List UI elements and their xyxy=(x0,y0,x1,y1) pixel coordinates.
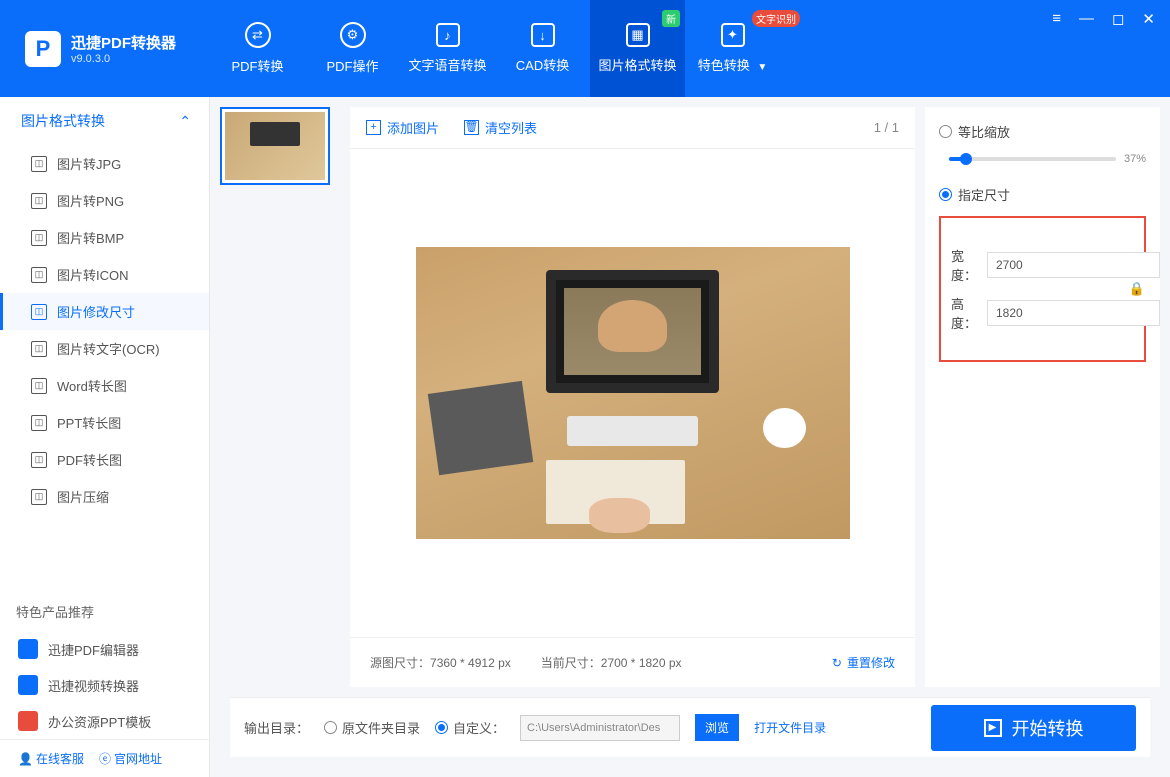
open-dir-button[interactable]: 打开文件目录 xyxy=(754,719,826,736)
tab-icon: ⚙ xyxy=(340,22,366,48)
start-convert-button[interactable]: ▶ 开始转换 xyxy=(931,705,1136,751)
file-icon: ◫ xyxy=(31,230,47,246)
sidebar-item-1[interactable]: ◫图片转PNG xyxy=(0,182,209,219)
file-icon: ◫ xyxy=(31,193,47,209)
tab-icon: ✦ xyxy=(721,23,745,47)
app-logo-icon: P xyxy=(25,31,61,67)
menu-icon[interactable]: ≡ xyxy=(1052,10,1061,28)
source-size-label: 源图尺寸：7360 * 4912 px xyxy=(370,654,511,671)
height-label: 高度： xyxy=(951,294,977,332)
online-service-link[interactable]: 👤 在线客服 xyxy=(18,750,84,767)
play-icon: ▶ xyxy=(984,719,1002,737)
sidebar-item-5[interactable]: ◫图片转文字(OCR) xyxy=(0,330,209,367)
radio-selected-icon xyxy=(435,721,448,734)
sidebar-item-6[interactable]: ◫Word转长图 xyxy=(0,367,209,404)
scale-mode-option[interactable]: 等比缩放 xyxy=(939,122,1146,141)
fixed-size-option[interactable]: 指定尺寸 xyxy=(939,185,1146,204)
header-tab-2[interactable]: ♪文字语音转换 xyxy=(400,0,495,97)
app-version: v9.0.3.0 xyxy=(71,53,176,65)
app-header: P 迅捷PDF转换器 v9.0.3.0 ⇄PDF转换⚙PDF操作♪文字语音转换↓… xyxy=(0,0,1170,97)
scale-percent: 37% xyxy=(1124,153,1146,165)
add-image-button[interactable]: + 添加图片 xyxy=(366,118,439,137)
radio-selected-icon xyxy=(939,188,952,201)
tab-icon: ⇄ xyxy=(245,22,271,48)
header-tab-3[interactable]: ↓CAD转换 xyxy=(495,0,590,97)
file-icon: ◫ xyxy=(31,378,47,394)
lock-icon[interactable]: 🔒 xyxy=(1128,278,1146,300)
header-tab-4[interactable]: ▦图片格式转换新 xyxy=(590,0,685,97)
footer-links: 👤 在线客服 ⓔ 官网地址 xyxy=(0,739,209,777)
minimize-icon[interactable]: — xyxy=(1079,10,1094,28)
file-icon: ◫ xyxy=(31,304,47,320)
tab-icon: ♪ xyxy=(436,23,460,47)
output-original-option[interactable]: 原文件夹目录 xyxy=(324,718,420,737)
maximize-icon[interactable]: ◻ xyxy=(1112,10,1124,28)
reset-button[interactable]: ↻ 重置修改 xyxy=(832,654,895,671)
file-icon: ◫ xyxy=(31,267,47,283)
tab-icon: ▦ xyxy=(626,23,650,47)
sidebar-item-8[interactable]: ◫PDF转长图 xyxy=(0,441,209,478)
file-icon: ◫ xyxy=(31,415,47,431)
official-site-link[interactable]: ⓔ 官网地址 xyxy=(99,750,162,767)
radio-unselected-icon xyxy=(939,125,952,138)
preview-image xyxy=(416,247,850,539)
scale-slider[interactable] xyxy=(949,157,1116,161)
promo-icon xyxy=(18,675,38,695)
preview-panel: + 添加图片 🗑 清空列表 1 / 1 xyxy=(350,107,915,687)
header-tab-1[interactable]: ⚙PDF操作 xyxy=(305,0,400,97)
browse-button[interactable]: 浏览 xyxy=(695,714,739,741)
file-icon: ◫ xyxy=(31,452,47,468)
output-custom-option[interactable]: 自定义： xyxy=(435,718,505,737)
sidebar: 图片格式转换 ⌃ ◫图片转JPG◫图片转PNG◫图片转BMP◫图片转ICON◫图… xyxy=(0,97,210,777)
thumbnail-column xyxy=(220,107,340,687)
header-tab-0[interactable]: ⇄PDF转换 xyxy=(210,0,305,97)
file-icon: ◫ xyxy=(31,156,47,172)
thumbnail-selected[interactable] xyxy=(220,107,330,185)
sidebar-item-0[interactable]: ◫图片转JPG xyxy=(0,145,209,182)
output-label: 输出目录： xyxy=(244,718,309,737)
window-controls: ≡ — ◻ ✕ xyxy=(1052,10,1155,28)
radio-unselected-icon xyxy=(324,721,337,734)
width-label: 宽度： xyxy=(951,246,977,284)
logo-block: P 迅捷PDF转换器 v9.0.3.0 xyxy=(0,31,210,67)
output-bar: 输出目录： 原文件夹目录 自定义： 浏览 打开文件目录 ▶ 开始转换 xyxy=(230,697,1150,757)
close-icon[interactable]: ✕ xyxy=(1142,10,1155,28)
file-icon: ◫ xyxy=(31,489,47,505)
refresh-icon: ↻ xyxy=(832,656,842,670)
sidebar-item-7[interactable]: ◫PPT转长图 xyxy=(0,404,209,441)
promo-title: 特色产品推荐 xyxy=(0,592,209,631)
sidebar-item-3[interactable]: ◫图片转ICON xyxy=(0,256,209,293)
sidebar-item-4[interactable]: ◫图片修改尺寸 xyxy=(0,293,209,330)
output-path-input[interactable] xyxy=(520,715,680,741)
width-input[interactable] xyxy=(987,252,1160,278)
tab-icon: ↓ xyxy=(531,23,555,47)
settings-panel: 等比缩放 37% 指定尺寸 xyxy=(925,107,1160,687)
promo-item-0[interactable]: 迅捷PDF编辑器 xyxy=(0,631,209,667)
sidebar-group-image[interactable]: 图片格式转换 ⌃ xyxy=(0,97,209,145)
dimension-box: 宽度： 高度： 🔒 xyxy=(939,216,1146,362)
badge-ocr: 文字识别 xyxy=(752,10,800,27)
promo-icon xyxy=(18,711,38,731)
promo-icon xyxy=(18,639,38,659)
promo-item-2[interactable]: 办公资源PPT模板 xyxy=(0,703,209,739)
trash-icon: 🗑 xyxy=(464,120,479,135)
height-input[interactable] xyxy=(987,300,1160,326)
page-indicator: 1 / 1 xyxy=(874,120,899,135)
sidebar-item-2[interactable]: ◫图片转BMP xyxy=(0,219,209,256)
clear-list-button[interactable]: 🗑 清空列表 xyxy=(464,118,537,137)
badge-new: 新 xyxy=(662,10,680,27)
chevron-up-icon: ⌃ xyxy=(179,113,191,130)
app-name: 迅捷PDF转换器 xyxy=(71,32,176,53)
plus-icon: + xyxy=(366,120,381,135)
file-icon: ◫ xyxy=(31,341,47,357)
header-tab-5[interactable]: ✦特色转换 ▼文字识别 xyxy=(685,0,780,97)
promo-item-1[interactable]: 迅捷视频转换器 xyxy=(0,667,209,703)
current-size-label: 当前尺寸：2700 * 1820 px xyxy=(541,654,682,671)
sidebar-item-9[interactable]: ◫图片压缩 xyxy=(0,478,209,515)
